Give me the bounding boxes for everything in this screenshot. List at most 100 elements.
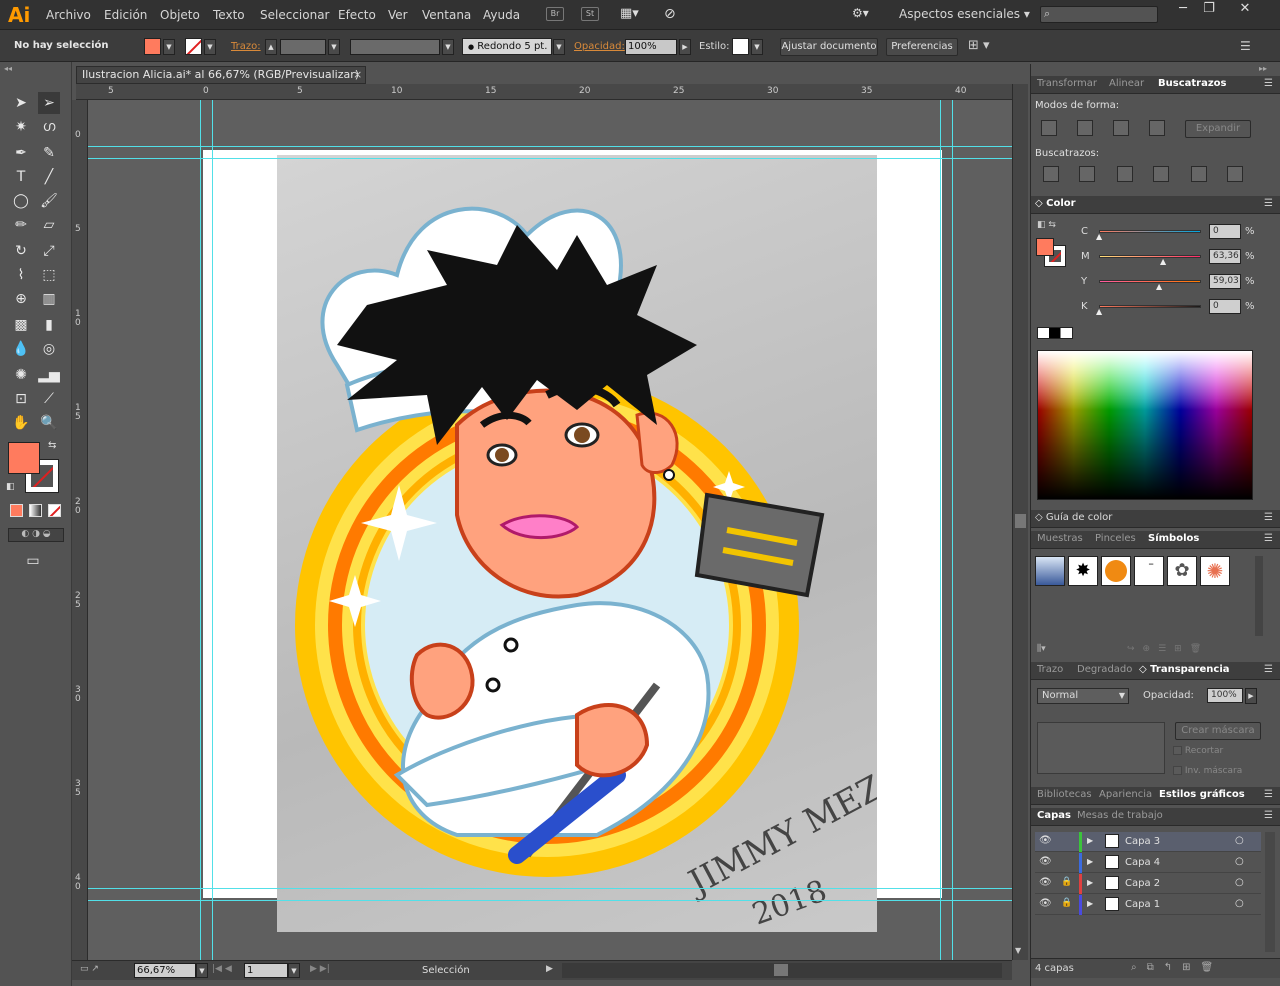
guide-line[interactable] <box>952 100 953 960</box>
stroke-label[interactable]: Trazo: <box>231 41 261 52</box>
minus-back-icon[interactable] <box>1227 166 1243 182</box>
layer-name[interactable]: Capa 3 <box>1125 836 1160 847</box>
stroke-none-swatch[interactable] <box>185 38 202 55</box>
scale-tool-icon[interactable]: ⤢ <box>38 240 60 262</box>
tab-libraries[interactable]: Bibliotecas <box>1037 789 1092 800</box>
style-dropdown[interactable]: ▼ <box>751 39 763 55</box>
menu-objeto[interactable]: Objeto <box>160 8 200 22</box>
zoom-dropdown[interactable]: ▼ <box>196 963 208 978</box>
color-spectrum[interactable] <box>1037 350 1253 500</box>
menu-edicion[interactable]: Edición <box>104 8 147 22</box>
scroll-down-icon[interactable]: ▼ <box>1015 946 1021 955</box>
expand-arrow-icon[interactable]: ▶ <box>1087 878 1093 887</box>
zoom-field[interactable]: 66,67% <box>134 963 196 978</box>
canvas-area[interactable]: JIMMY MEZA 2018 <box>88 100 1012 960</box>
line-tool-icon[interactable]: ╱ <box>38 166 60 188</box>
document-tab[interactable]: Ilustracion Alicia.ai* al 66,67% (RGB/Pr… <box>76 66 366 84</box>
menu-texto[interactable]: Texto <box>213 8 245 22</box>
status-menu-icon[interactable]: ▶ <box>546 964 553 974</box>
symbol-libraries-icon[interactable]: ⫼▾ <box>1037 644 1046 654</box>
placed-sketch-image[interactable]: JIMMY MEZA 2018 <box>277 155 912 933</box>
tab-artboards[interactable]: Mesas de trabajo <box>1077 810 1163 821</box>
tab-align[interactable]: Alinear <box>1109 78 1144 89</box>
tab-symbols[interactable]: Símbolos <box>1148 533 1199 544</box>
blend-mode-select[interactable]: Normal ▼ <box>1037 688 1129 704</box>
crop-icon[interactable] <box>1153 166 1169 182</box>
tab-gradient[interactable]: Degradado <box>1077 664 1132 675</box>
workspace-switcher[interactable]: Aspectos esenciales ▾ <box>899 7 1030 21</box>
selection-tool-icon[interactable]: ➤ <box>10 92 32 114</box>
tab-brushes[interactable]: Pinceles <box>1095 533 1136 544</box>
layer-row[interactable]: 👁 ▶ Capa 3 ○ <box>1035 832 1261 852</box>
rotate-tool-icon[interactable]: ↻ <box>10 240 32 262</box>
magic-wand-icon[interactable]: ✷ <box>10 116 32 138</box>
align-options-icon[interactable]: ⊞ ▾ <box>968 38 990 53</box>
layer-actions-icon[interactable]: ⌕⧉↰⊞🗑 <box>1131 962 1223 973</box>
symbols-scrollbar[interactable] <box>1255 556 1263 636</box>
expand-arrow-icon[interactable]: ▶ <box>1087 836 1093 845</box>
menu-archivo[interactable]: Archivo <box>46 8 91 22</box>
expand-arrow-icon[interactable]: ▶ <box>1087 899 1093 908</box>
panel-menu-icon[interactable]: ☰ <box>1264 533 1273 544</box>
guide-line[interactable] <box>940 100 941 960</box>
symbol-thumb[interactable] <box>1035 556 1065 586</box>
zoom-tool-icon[interactable]: 🔍 <box>38 412 60 434</box>
menu-ver[interactable]: Ver <box>388 8 408 22</box>
brush-definition[interactable]: ● Redondo 5 pt. <box>462 38 552 55</box>
intersect-icon[interactable] <box>1113 120 1129 136</box>
stroke-weight-dropdown[interactable]: ▼ <box>328 39 340 55</box>
clip-checkbox[interactable]: Recortar <box>1173 746 1223 756</box>
symbol-thumb[interactable] <box>1101 556 1131 586</box>
symbol-sprayer-icon[interactable]: ✺ <box>10 364 32 386</box>
guide-line[interactable] <box>212 100 213 960</box>
none-black-white-icon[interactable] <box>1037 327 1073 339</box>
slider-thumb-icon[interactable]: ▲ <box>1156 282 1162 291</box>
lock-icon[interactable]: 🔒 <box>1061 877 1072 887</box>
minus-front-icon[interactable] <box>1077 120 1093 136</box>
target-circle-icon[interactable]: ○ <box>1235 877 1244 888</box>
horizontal-ruler[interactable]: 5 0 5 10 15 20 25 30 35 40 <box>76 84 1028 100</box>
fill-dropdown[interactable]: ▼ <box>163 39 175 55</box>
fit-document-button[interactable]: Ajustar documento <box>780 38 878 56</box>
visibility-eye-icon[interactable]: 👁 <box>1039 835 1052 846</box>
black-slider[interactable]: ▲ <box>1096 305 1201 316</box>
gradient-mode-icon[interactable] <box>29 504 42 517</box>
divide-icon[interactable] <box>1043 166 1059 182</box>
panel-menu-icon[interactable]: ☰ <box>1264 512 1273 523</box>
expand-arrow-icon[interactable]: ▶ <box>1087 857 1093 866</box>
lasso-tool-icon[interactable]: ഗ <box>38 116 60 138</box>
merge-icon[interactable] <box>1117 166 1133 182</box>
hand-tool-icon[interactable]: ✋ <box>10 412 32 434</box>
tab-layers[interactable]: Capas <box>1037 810 1071 821</box>
first-artboard-icon[interactable]: |◀ ◀ <box>212 964 232 974</box>
none-mode-icon[interactable] <box>48 504 61 517</box>
lock-icon[interactable]: 🔒 <box>1061 898 1072 908</box>
slider-thumb-icon[interactable]: ▲ <box>1160 257 1166 266</box>
curvature-tool-icon[interactable]: ✎ <box>38 142 60 164</box>
tab-graphic-styles[interactable]: Estilos gráficos <box>1159 789 1245 800</box>
expand-button[interactable]: Expandir <box>1185 120 1251 138</box>
panel-menu-icon[interactable]: ☰ <box>1264 789 1273 800</box>
close-window-button[interactable]: ✕ <box>1228 0 1262 18</box>
layer-row[interactable]: 👁 ▶ Capa 4 ○ <box>1035 853 1261 873</box>
unite-icon[interactable] <box>1041 120 1057 136</box>
bridge-button[interactable]: Br <box>546 7 564 21</box>
close-tab-icon[interactable]: × <box>353 67 362 83</box>
horizontal-scrollbar[interactable] <box>562 963 1002 978</box>
cyan-slider[interactable]: ▲ <box>1096 230 1201 241</box>
opacity-field[interactable]: 100% <box>625 39 677 55</box>
profile-dropdown[interactable]: ▼ <box>442 39 454 55</box>
stroke-weight-field[interactable] <box>280 39 326 55</box>
artboard-number-field[interactable]: 1 <box>244 963 288 978</box>
layer-name[interactable]: Capa 4 <box>1125 857 1160 868</box>
artboard-dropdown[interactable]: ▼ <box>288 963 300 978</box>
pencil-tool-icon[interactable]: ✏ <box>10 214 32 236</box>
eyedropper-tool-icon[interactable]: 💧 <box>10 338 32 360</box>
slider-thumb-icon[interactable]: ▲ <box>1096 307 1102 316</box>
mask-thumbnail[interactable] <box>1037 722 1165 774</box>
eraser-tool-icon[interactable]: ▱ <box>38 214 60 236</box>
last-artboard-icon[interactable]: ▶ ▶| <box>310 964 330 974</box>
pen-tool-icon[interactable]: ✒ <box>10 142 32 164</box>
visibility-eye-icon[interactable]: 👁 <box>1039 877 1052 888</box>
preferences-button[interactable]: Preferencias <box>886 38 958 56</box>
